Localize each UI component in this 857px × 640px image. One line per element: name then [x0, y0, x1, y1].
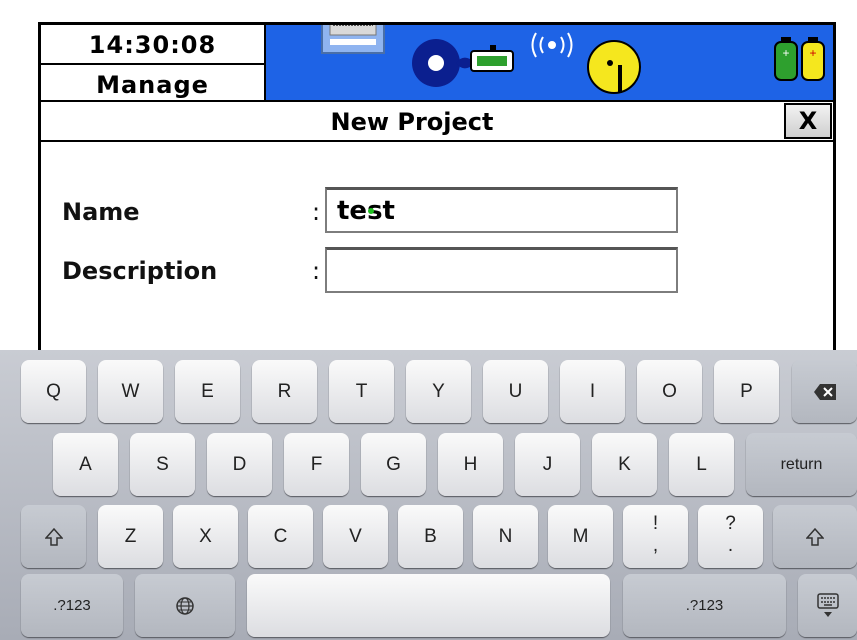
shift-key-left[interactable] — [21, 505, 86, 568]
key-m[interactable]: M — [548, 505, 613, 568]
key-z[interactable]: Z — [98, 505, 163, 568]
key-n[interactable]: N — [473, 505, 538, 568]
key-exclaim-comma[interactable]: ! , — [623, 505, 688, 568]
key-exclaim-label: ! — [652, 513, 659, 534]
numbers-key-left[interactable]: .?123 — [21, 574, 123, 637]
description-label: Description — [62, 257, 218, 285]
key-k[interactable]: K — [592, 433, 657, 496]
globe-key[interactable] — [135, 574, 235, 637]
key-h[interactable]: H — [438, 433, 503, 496]
hide-keyboard-icon — [816, 593, 839, 617]
key-i[interactable]: I — [560, 360, 625, 423]
return-key[interactable]: return — [746, 433, 857, 496]
space-key[interactable] — [247, 574, 610, 637]
key-a[interactable]: A — [53, 433, 118, 496]
key-question-label: ? — [725, 513, 736, 534]
dialog-titlebar: New Project — [41, 100, 833, 142]
key-question-period[interactable]: ? . — [698, 505, 763, 568]
battery-green-icon: + — [774, 37, 798, 81]
key-comma-label: , — [652, 535, 659, 556]
status-icons: + + — [321, 8, 825, 94]
key-j[interactable]: J — [515, 433, 580, 496]
shift-icon — [805, 527, 825, 546]
dialog-title: New Project — [330, 108, 494, 136]
numbers-key-right[interactable]: .?123 — [623, 574, 786, 637]
clock-display: 14:30:08 — [41, 25, 266, 65]
key-c[interactable]: C — [248, 505, 313, 568]
key-l[interactable]: L — [669, 433, 734, 496]
cd-disc-icon — [412, 39, 470, 87]
key-y[interactable]: Y — [406, 360, 471, 423]
key-u[interactable]: U — [483, 360, 548, 423]
usb-connection-icon — [470, 45, 514, 72]
key-e[interactable]: E — [175, 360, 240, 423]
backspace-key[interactable] — [792, 360, 857, 423]
status-bar: + + — [266, 8, 833, 100]
onscreen-keyboard: Q W E R T Y U I O P A S D F G H J K L re… — [0, 350, 857, 640]
svg-text:+: + — [782, 46, 789, 60]
mode-label: Manage — [41, 65, 266, 100]
name-input[interactable] — [325, 187, 678, 233]
key-s[interactable]: S — [130, 433, 195, 496]
key-r[interactable]: R — [252, 360, 317, 423]
description-input[interactable] — [325, 247, 678, 293]
key-g[interactable]: G — [361, 433, 426, 496]
wireless-signal-icon — [531, 32, 573, 58]
name-colon: : — [312, 198, 321, 226]
name-label: Name — [62, 198, 140, 226]
key-o[interactable]: O — [637, 360, 702, 423]
backspace-icon — [813, 383, 836, 400]
key-f[interactable]: F — [284, 433, 349, 496]
keyboard-icon[interactable] — [321, 8, 385, 54]
key-p[interactable]: P — [714, 360, 779, 423]
hide-keyboard-key[interactable] — [798, 574, 857, 637]
measurement-disc-icon — [587, 40, 641, 94]
key-w[interactable]: W — [98, 360, 163, 423]
key-x[interactable]: X — [173, 505, 238, 568]
svg-text:+: + — [809, 46, 816, 60]
key-t[interactable]: T — [329, 360, 394, 423]
key-q[interactable]: Q — [21, 360, 86, 423]
globe-icon — [176, 597, 194, 615]
shift-icon — [43, 527, 64, 546]
description-colon: : — [312, 257, 321, 285]
key-period-label: . — [727, 535, 734, 556]
app-window: 14:30:08 Manage + + New Project X Name:… — [0, 0, 857, 355]
input-indicator-dot — [368, 208, 374, 214]
key-d[interactable]: D — [207, 433, 272, 496]
shift-key-right[interactable] — [773, 505, 857, 568]
battery-yellow-icon: + — [801, 37, 825, 81]
close-button[interactable]: X — [784, 103, 832, 139]
key-v[interactable]: V — [323, 505, 388, 568]
key-b[interactable]: B — [398, 505, 463, 568]
